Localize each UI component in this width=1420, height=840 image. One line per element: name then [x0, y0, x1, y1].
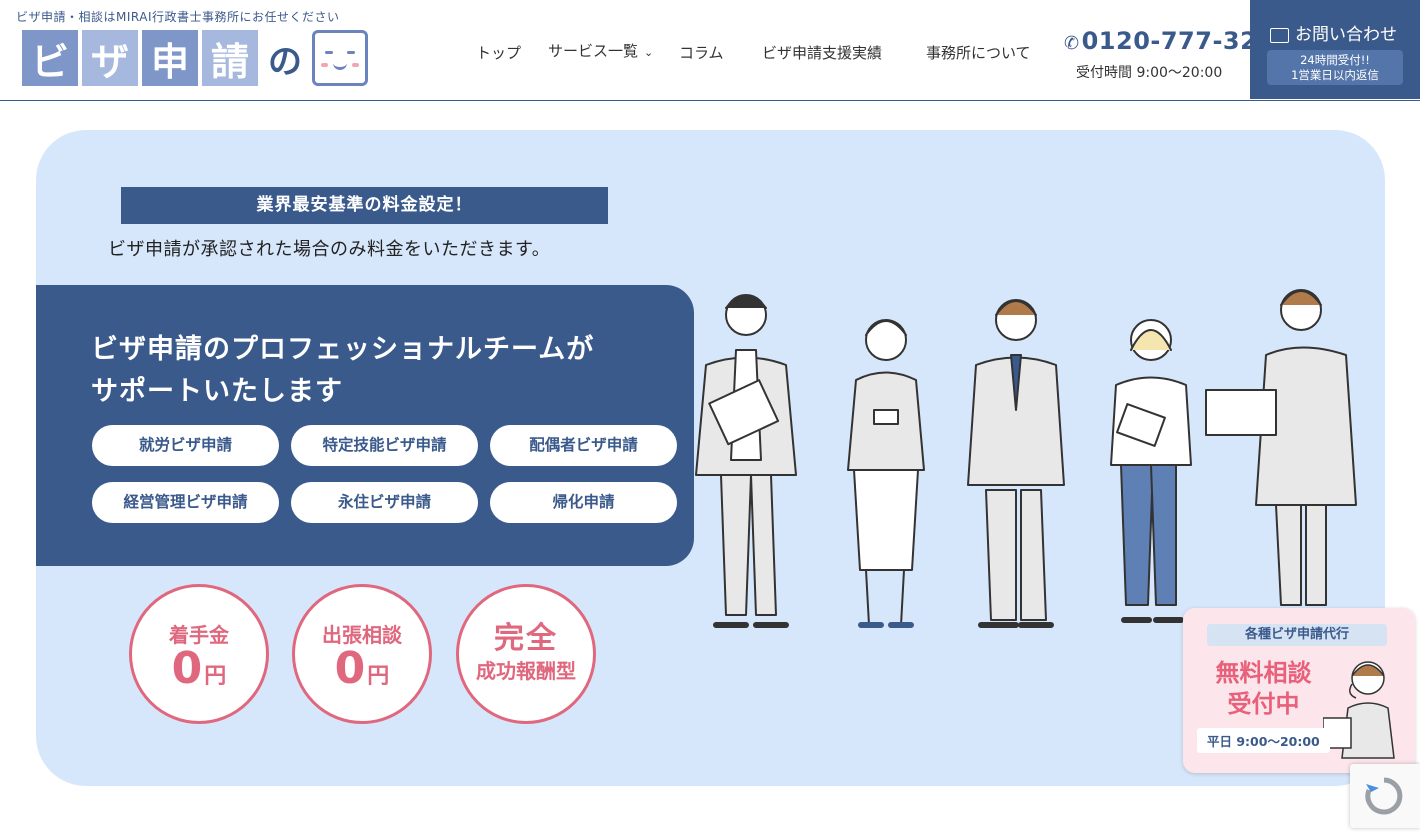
panel-title-line-1: ビザ申請のプロフェッショナルチームが: [91, 334, 595, 365]
free-consult-widget[interactable]: 各種ビザ申請代行 無料相談 受付中 平日 9:00〜20:00: [1183, 608, 1415, 773]
phone-number-text: 0120-777-322: [1081, 27, 1275, 55]
badge-value: 0円: [295, 643, 429, 694]
nav-item-services[interactable]: サービス一覧 ⌄: [548, 40, 653, 61]
mail-icon: [1270, 27, 1289, 43]
widget-header: 各種ビザ申請代行: [1207, 624, 1387, 646]
team-member-2: [847, 319, 925, 628]
contact-sub: 24時間受付!! 1営業日以内返信: [1267, 50, 1403, 85]
widget-headline: 無料相談 受付中: [1201, 658, 1326, 720]
nav-item-results[interactable]: ビザ申請支援実績: [762, 42, 882, 63]
logo-char-2: ザ: [82, 30, 138, 86]
chevron-down-icon: ⌄: [644, 46, 654, 59]
badge-visit-consult-fee: 出張相談 0円: [292, 584, 432, 724]
contact-title: お問い合わせ: [1270, 20, 1397, 45]
badge-value-unit: 円: [367, 664, 390, 689]
contact-button[interactable]: お問い合わせ 24時間受付!! 1営業日以内返信: [1250, 0, 1420, 99]
panel-title: ビザ申請のプロフェッショナルチームが サポートいたします: [91, 329, 671, 413]
badge-retainer-fee: 着手金 0円: [129, 584, 269, 724]
phone-number[interactable]: ✆0120-777-322: [1064, 27, 1275, 55]
nav-item-column[interactable]: コラム: [679, 42, 724, 63]
recaptcha-badge[interactable]: [1350, 764, 1420, 828]
site-logo[interactable]: ビ ザ 申 請 の: [22, 30, 368, 86]
badge-line-2: 成功報酬型: [476, 659, 576, 683]
badge-value-unit: 円: [204, 664, 227, 689]
badge-line-1: 完全: [494, 621, 558, 656]
logo-char-3: 申: [142, 30, 198, 86]
phone-icon: ✆: [1064, 33, 1080, 54]
badge-value-number: 0: [171, 643, 203, 694]
logo-no: の: [268, 41, 302, 82]
widget-line-2: 受付中: [1227, 690, 1300, 718]
price-ribbon: 業界最安基準の料金設定！: [121, 187, 608, 224]
service-work-visa[interactable]: 就労ビザ申請: [92, 425, 279, 466]
team-member-1: [695, 294, 797, 628]
window-face-icon: [312, 30, 368, 86]
recaptcha-icon: [1365, 777, 1403, 815]
team-member-4: [1110, 319, 1192, 623]
team-illustration: [695, 289, 1357, 628]
operator-illustration: [1323, 661, 1395, 759]
services-panel: ビザ申請のプロフェッショナルチームが サポートいたします 就労ビザ申請 特定技能…: [36, 285, 694, 566]
service-business-manager-visa[interactable]: 経営管理ビザ申請: [92, 482, 279, 523]
header-tagline: ビザ申請・相談はMIRAI行政書士事務所にお任せください: [16, 10, 340, 24]
team-member-5: [1205, 289, 1357, 606]
widget-line-1: 無料相談: [1215, 659, 1312, 687]
contact-label: お問い合わせ: [1295, 25, 1397, 45]
nav-item-services-label: サービス一覧: [548, 42, 639, 60]
logo-char-4: 請: [202, 30, 258, 86]
contact-sub-2: 1営業日以内返信: [1291, 68, 1379, 82]
business-hours: 受付時間 9:00〜20:00: [1076, 65, 1223, 81]
service-permanent-residence-visa[interactable]: 永住ビザ申請: [291, 482, 478, 523]
widget-hours: 平日 9:00〜20:00: [1197, 728, 1330, 753]
badge-value: 0円: [132, 643, 266, 694]
contact-sub-1: 24時間受付!!: [1300, 53, 1370, 67]
logo-char-1: ビ: [22, 30, 78, 86]
service-spouse-visa[interactable]: 配偶者ビザ申請: [490, 425, 677, 466]
nav-item-about[interactable]: 事務所について: [926, 42, 1031, 63]
price-ribbon-subtext: ビザ申請が承認された場合のみ料金をいただきます。: [108, 239, 551, 260]
panel-title-line-2: サポートいたします: [91, 376, 343, 407]
badge-success-fee: 完全 成功報酬型: [456, 584, 596, 724]
service-specified-skill-visa[interactable]: 特定技能ビザ申請: [291, 425, 478, 466]
site-header: ビザ申請・相談はMIRAI行政書士事務所にお任せください ビ ザ 申 請 の ト…: [0, 0, 1420, 101]
nav-item-top[interactable]: トップ: [476, 42, 521, 63]
service-naturalization[interactable]: 帰化申請: [490, 482, 677, 523]
team-member-3: [967, 299, 1065, 628]
badge-value-number: 0: [334, 643, 366, 694]
